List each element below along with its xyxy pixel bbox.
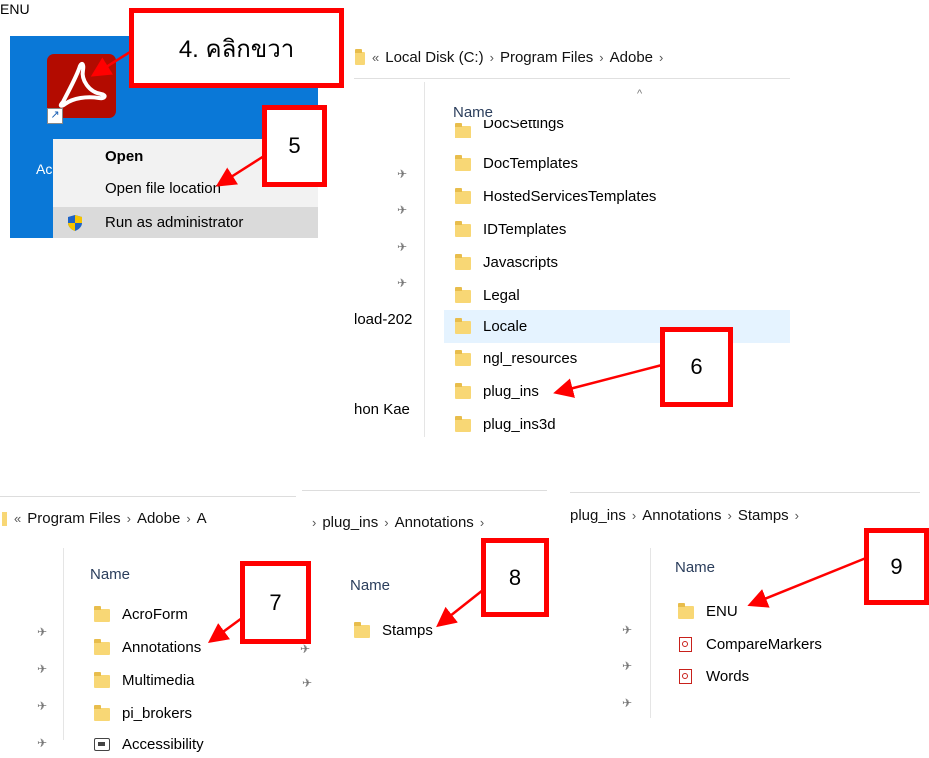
annotation-arrows <box>90 50 867 643</box>
arrow-step-9 <box>747 556 867 608</box>
arrow-step-7 <box>207 616 243 643</box>
arrow-step-6 <box>553 363 663 398</box>
arrow-step-4 <box>90 50 131 77</box>
arrow-step-5 <box>215 154 265 187</box>
arrow-step-8 <box>436 589 484 628</box>
